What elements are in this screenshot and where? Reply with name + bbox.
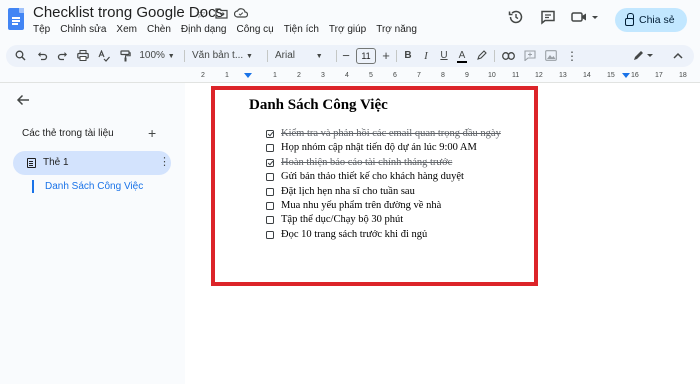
zoom-value: 100%	[139, 50, 165, 61]
cloud-saved-icon[interactable]	[233, 7, 249, 21]
ruler-label: 5	[369, 72, 373, 79]
chevron-down-icon: ▼	[245, 53, 253, 60]
chevron-up-icon[interactable]	[670, 45, 686, 67]
search-menus-icon[interactable]	[12, 45, 28, 67]
chevron-down-icon: ▼	[315, 53, 323, 60]
move-folder-icon[interactable]	[214, 7, 228, 21]
comment-icon[interactable]	[537, 9, 559, 31]
tabs-heading: Các thẻ trong tài liệu	[22, 128, 114, 139]
menu-insert[interactable]: Chèn	[147, 24, 171, 35]
ruler-label: 17	[655, 72, 663, 79]
menu-edit[interactable]: Chỉnh sửa	[60, 24, 106, 35]
ruler-label: 1	[225, 72, 229, 79]
ruler-indent-marker[interactable]	[244, 73, 252, 78]
ruler-label: 15	[607, 72, 615, 79]
menu-extensions[interactable]: Tiện ích	[284, 24, 319, 35]
ruler-label: 11	[512, 72, 520, 79]
document-tab-icon	[27, 158, 36, 168]
underline-button[interactable]: U	[438, 45, 450, 67]
meet-icon[interactable]	[568, 9, 602, 31]
decrease-font-size-button[interactable]: −	[340, 45, 352, 67]
outline-heading-link[interactable]: Danh Sách Công Việc	[45, 181, 143, 192]
history-icon[interactable]	[505, 9, 527, 31]
menu-format[interactable]: Định dạng	[181, 24, 227, 35]
ruler-label: 6	[393, 72, 397, 79]
add-tab-button[interactable]: +	[148, 125, 156, 141]
ruler-label: 1	[273, 72, 277, 79]
share-button[interactable]: Chia sẻ	[615, 8, 687, 32]
font-value: Arial	[275, 50, 296, 61]
highlight-frame	[211, 86, 538, 286]
header: Checklist trong Google Docs ☆ Tệp Chỉnh …	[0, 0, 700, 40]
back-arrow-icon[interactable]	[16, 93, 30, 111]
ruler-label: 16	[631, 72, 639, 79]
spellcheck-icon[interactable]	[96, 45, 112, 67]
insert-image-icon[interactable]	[543, 45, 559, 67]
editing-mode-select[interactable]	[630, 45, 658, 67]
paragraph-style-value: Văn bản t...	[192, 50, 244, 61]
menu-bar: Tệp Chỉnh sửa Xem Chèn Định dạng Công cụ…	[33, 24, 417, 35]
italic-button[interactable]: I	[420, 45, 432, 67]
font-size-input[interactable]: 11	[356, 48, 376, 64]
ruler-label: 7	[417, 72, 421, 79]
increase-font-size-button[interactable]: +	[380, 45, 392, 67]
tab-label: Thẻ 1	[43, 157, 69, 168]
text-color-swatch	[457, 61, 467, 63]
tab-options-icon[interactable]: ⋮	[159, 155, 170, 169]
more-options-icon[interactable]: ⋮	[564, 45, 580, 67]
ruler[interactable]: 2 1 1 2 3 4 5 6 7 8 9 10 11 12 13 14 15 …	[185, 70, 700, 82]
ruler-label: 18	[679, 72, 687, 79]
toolbar: 100% ▼ Văn bản t... ▼ Arial ▼ − 11 + B I…	[6, 45, 694, 67]
ruler-label: 9	[465, 72, 469, 79]
font-select[interactable]: Arial ▼	[275, 45, 331, 67]
star-icon[interactable]: ☆	[194, 7, 208, 21]
insert-link-icon[interactable]	[500, 45, 516, 67]
chevron-down-icon: ▼	[167, 53, 175, 60]
ruler-label: 8	[441, 72, 445, 79]
menu-view[interactable]: Xem	[116, 24, 137, 35]
menu-file[interactable]: Tệp	[33, 24, 50, 35]
ruler-label: 3	[321, 72, 325, 79]
share-label: Chia sẻ	[639, 14, 675, 26]
ruler-label: 2	[297, 72, 301, 79]
menu-accessibility[interactable]: Trợ năng	[376, 24, 417, 35]
zoom-select[interactable]: 100% ▼	[138, 45, 176, 67]
ruler-label: 12	[535, 72, 543, 79]
ruler-label: 10	[488, 72, 496, 79]
outline-indicator	[32, 180, 34, 193]
bold-button[interactable]: B	[402, 45, 414, 67]
highlight-color-icon[interactable]	[474, 45, 488, 67]
ruler-label: 2	[201, 72, 205, 79]
print-icon[interactable]	[75, 45, 91, 67]
redo-icon[interactable]	[54, 45, 70, 67]
ruler-label: 4	[345, 72, 349, 79]
ruler-label: 14	[583, 72, 591, 79]
paragraph-style-select[interactable]: Văn bản t... ▼	[192, 45, 258, 67]
ruler-label: 13	[559, 72, 567, 79]
ruler-right-indent-marker[interactable]	[622, 73, 630, 78]
menu-help[interactable]: Trợ giúp	[329, 24, 366, 35]
menu-tools[interactable]: Công cụ	[236, 24, 273, 35]
paint-format-icon[interactable]	[117, 45, 133, 67]
undo-icon[interactable]	[34, 45, 50, 67]
sidebar-tab-1[interactable]: Thẻ 1 ⋮	[13, 151, 171, 175]
docs-logo-icon[interactable]	[8, 8, 24, 30]
text-color-button[interactable]: A	[456, 45, 468, 67]
lock-icon	[625, 13, 634, 26]
insert-comment-icon[interactable]	[522, 45, 538, 67]
